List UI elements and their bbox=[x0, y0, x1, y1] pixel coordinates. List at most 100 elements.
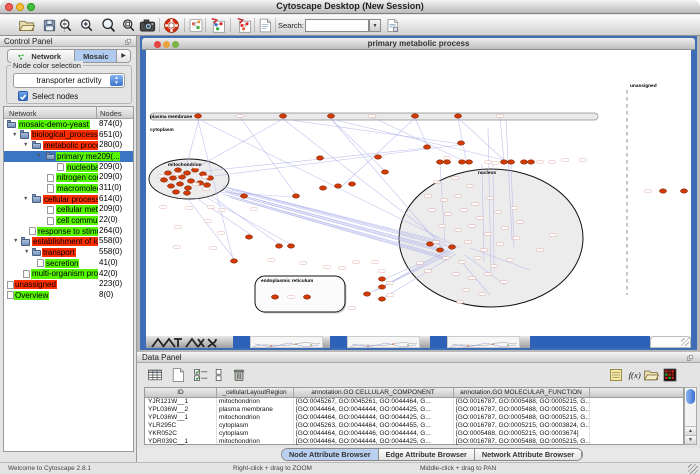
import-attributes-icon[interactable] bbox=[643, 367, 659, 388]
node-label bbox=[463, 289, 470, 292]
table-row[interactable]: YDR039C__1mitochondrion[GO:0044464, GO:0… bbox=[145, 438, 683, 446]
matrix-icon[interactable] bbox=[662, 367, 678, 388]
expander-icon[interactable]: ▼ bbox=[12, 132, 17, 139]
unselect-attributes-icon[interactable] bbox=[213, 367, 229, 388]
tree-row-primary-metabo[interactable]: ▼primary metabo209(... bbox=[4, 151, 133, 162]
network-node bbox=[184, 186, 191, 190]
minimized-window-thumbnail[interactable] bbox=[347, 336, 420, 348]
network-canvas[interactable]: plasma membranecytoplasmmitochondrionnuc… bbox=[146, 50, 691, 336]
expander-icon[interactable]: ▼ bbox=[23, 196, 28, 203]
table-row[interactable]: YLR295Ccytoplasm[GO:0045263, GO:0044464,… bbox=[145, 422, 683, 430]
node-label bbox=[353, 261, 360, 264]
tree-row-cell-communicat[interactable]: cell communicat22(0) bbox=[4, 215, 133, 226]
tab-node-attribute-browser[interactable]: Node Attribute Browser bbox=[282, 449, 379, 460]
minimized-window-titlebar[interactable] bbox=[233, 336, 250, 348]
table-row[interactable]: YJR121W__1mitochondrion[GO:0045267, GO:0… bbox=[145, 398, 683, 406]
scroll-down-icon[interactable]: ▼ bbox=[685, 435, 696, 444]
expander-icon[interactable]: ▼ bbox=[13, 238, 18, 245]
search-input[interactable] bbox=[305, 19, 369, 32]
select-nodes-checkbox[interactable] bbox=[18, 91, 28, 101]
node-label bbox=[202, 176, 209, 179]
delete-attribute-icon[interactable] bbox=[231, 367, 247, 388]
svg-text:mitochondrion: mitochondrion bbox=[168, 162, 202, 168]
node-label bbox=[417, 262, 424, 265]
tree-row-secretion[interactable]: secretion41(0) bbox=[4, 258, 133, 269]
network-node bbox=[327, 114, 334, 118]
expander-icon[interactable]: ▼ bbox=[24, 249, 29, 256]
tree-row-cellular-process[interactable]: ▼cellular process614(0) bbox=[4, 194, 133, 205]
tab-edge-attribute-browser[interactable]: Edge Attribute Browser bbox=[379, 449, 475, 460]
minimized-window-bar[interactable] bbox=[530, 336, 650, 348]
node-color-combobox[interactable]: transporter activity ▲▼ bbox=[13, 73, 125, 88]
node-label bbox=[513, 237, 520, 240]
tree-row-metabolic-process[interactable]: ▼metabolic process280(0) bbox=[4, 140, 133, 151]
tree-row-biological-process[interactable]: ▼biological_process651(0) bbox=[4, 130, 133, 141]
tree-row-macromolecule[interactable]: macromolecule311(0) bbox=[4, 183, 133, 194]
node-label bbox=[479, 293, 486, 296]
nucleus-region bbox=[399, 169, 583, 307]
notes-icon[interactable] bbox=[608, 367, 624, 388]
node-label bbox=[467, 185, 474, 188]
table-row[interactable]: YKR052Ccytoplasm[GO:0044464, GO:0044446,… bbox=[145, 430, 683, 438]
tree-row-cellular-metabo[interactable]: cellular metabo209(0) bbox=[4, 204, 133, 215]
tab-network-attribute-browser[interactable]: Network Attribute Browser bbox=[475, 449, 582, 460]
network-node bbox=[167, 184, 174, 188]
tree-row-nucleobase-[interactable]: nucleobase-209(0) bbox=[4, 162, 133, 173]
select-attributes-icon[interactable] bbox=[193, 367, 209, 388]
node-label bbox=[495, 211, 502, 214]
resize-grip[interactable] bbox=[688, 464, 698, 474]
minimized-window-thumbnail[interactable] bbox=[250, 336, 323, 348]
scroll-up-icon[interactable]: ▲ bbox=[685, 426, 696, 435]
minimized-window-icon[interactable] bbox=[150, 336, 227, 348]
tree-row-multi-organism-pro[interactable]: multi-organism pro42(0) bbox=[4, 269, 133, 280]
group-label: Node color selection bbox=[11, 61, 83, 70]
column-header[interactable]: annotation.GO MOLECULAR_FUNCTION bbox=[453, 389, 589, 396]
table-scrollbar[interactable]: ▲ ▼ bbox=[684, 387, 697, 445]
network-node bbox=[172, 190, 179, 194]
network-node bbox=[436, 160, 443, 164]
formula-icon[interactable]: f(x) bbox=[627, 367, 643, 388]
tab-overflow-icon[interactable]: ▶ bbox=[117, 50, 130, 62]
tree-row-overview[interactable]: Overview8(0) bbox=[4, 290, 133, 301]
scrollbar-thumb[interactable] bbox=[686, 389, 695, 404]
table-row[interactable]: YPL036W__2plasma membrane[GO:0044464, GO… bbox=[145, 406, 683, 414]
column-header[interactable]: annotation.GO CELLULAR_COMPONENT bbox=[293, 389, 453, 396]
node-label bbox=[429, 209, 436, 212]
minimized-windows-strip[interactable] bbox=[146, 336, 691, 348]
float-icon[interactable] bbox=[124, 38, 132, 45]
minimized-window-titlebar[interactable] bbox=[430, 336, 447, 348]
node-label bbox=[445, 213, 452, 216]
frame-titlebar[interactable]: primary metabolic process bbox=[142, 38, 695, 50]
new-attribute-icon[interactable] bbox=[170, 367, 186, 388]
column-header[interactable]: ID bbox=[145, 389, 216, 396]
node-label bbox=[300, 262, 307, 265]
search-dropdown-icon[interactable]: ▼ bbox=[369, 19, 381, 32]
node-label bbox=[511, 207, 518, 210]
network-view-frame[interactable]: primary metabolic process plasma membran… bbox=[140, 36, 697, 350]
attribute-table-icon[interactable] bbox=[147, 367, 163, 388]
node-label bbox=[387, 294, 394, 297]
minimized-window-titlebar[interactable] bbox=[330, 336, 347, 348]
column-header[interactable]: _cellularLayoutRegion bbox=[216, 389, 293, 396]
tree-row-nitrogen-compo[interactable]: nitrogen compo209(0) bbox=[4, 172, 133, 183]
network-node bbox=[507, 160, 514, 164]
network-node bbox=[436, 248, 443, 252]
table-row[interactable]: YPL036W__1mitochondrion[GO:0044464, GO:0… bbox=[145, 414, 683, 422]
tree-row-establishment-of-lo[interactable]: ▼establishment of lo558(0) bbox=[4, 236, 133, 247]
node-label bbox=[580, 159, 587, 162]
combobox-stepper-icon[interactable]: ▲▼ bbox=[110, 75, 123, 86]
tree-row-unassigned[interactable]: unassigned223(0) bbox=[4, 279, 133, 290]
window-titlebar[interactable]: Cytoscape Desktop (New Session) bbox=[0, 0, 700, 14]
frame-resize-corner[interactable] bbox=[650, 336, 691, 348]
tree-row-response-to-stimulu[interactable]: response to stimulu264(0) bbox=[4, 226, 133, 237]
tree-row-mosaic-demo-yeast[interactable]: mosaic-demo-yeast874(0) bbox=[4, 119, 133, 130]
svg-text:f(x): f(x) bbox=[629, 370, 641, 380]
expander-icon[interactable]: ▼ bbox=[23, 142, 28, 149]
network-node bbox=[303, 295, 310, 299]
attribute-browser-tabs: Node Attribute BrowserEdge Attribute Bro… bbox=[281, 448, 583, 461]
float-icon[interactable] bbox=[686, 354, 694, 361]
minimized-window-thumbnail[interactable] bbox=[447, 336, 520, 348]
tree-row-transport[interactable]: ▼transport558(0) bbox=[4, 247, 133, 258]
expander-icon[interactable]: ▼ bbox=[36, 153, 41, 160]
file-icon bbox=[47, 217, 54, 225]
